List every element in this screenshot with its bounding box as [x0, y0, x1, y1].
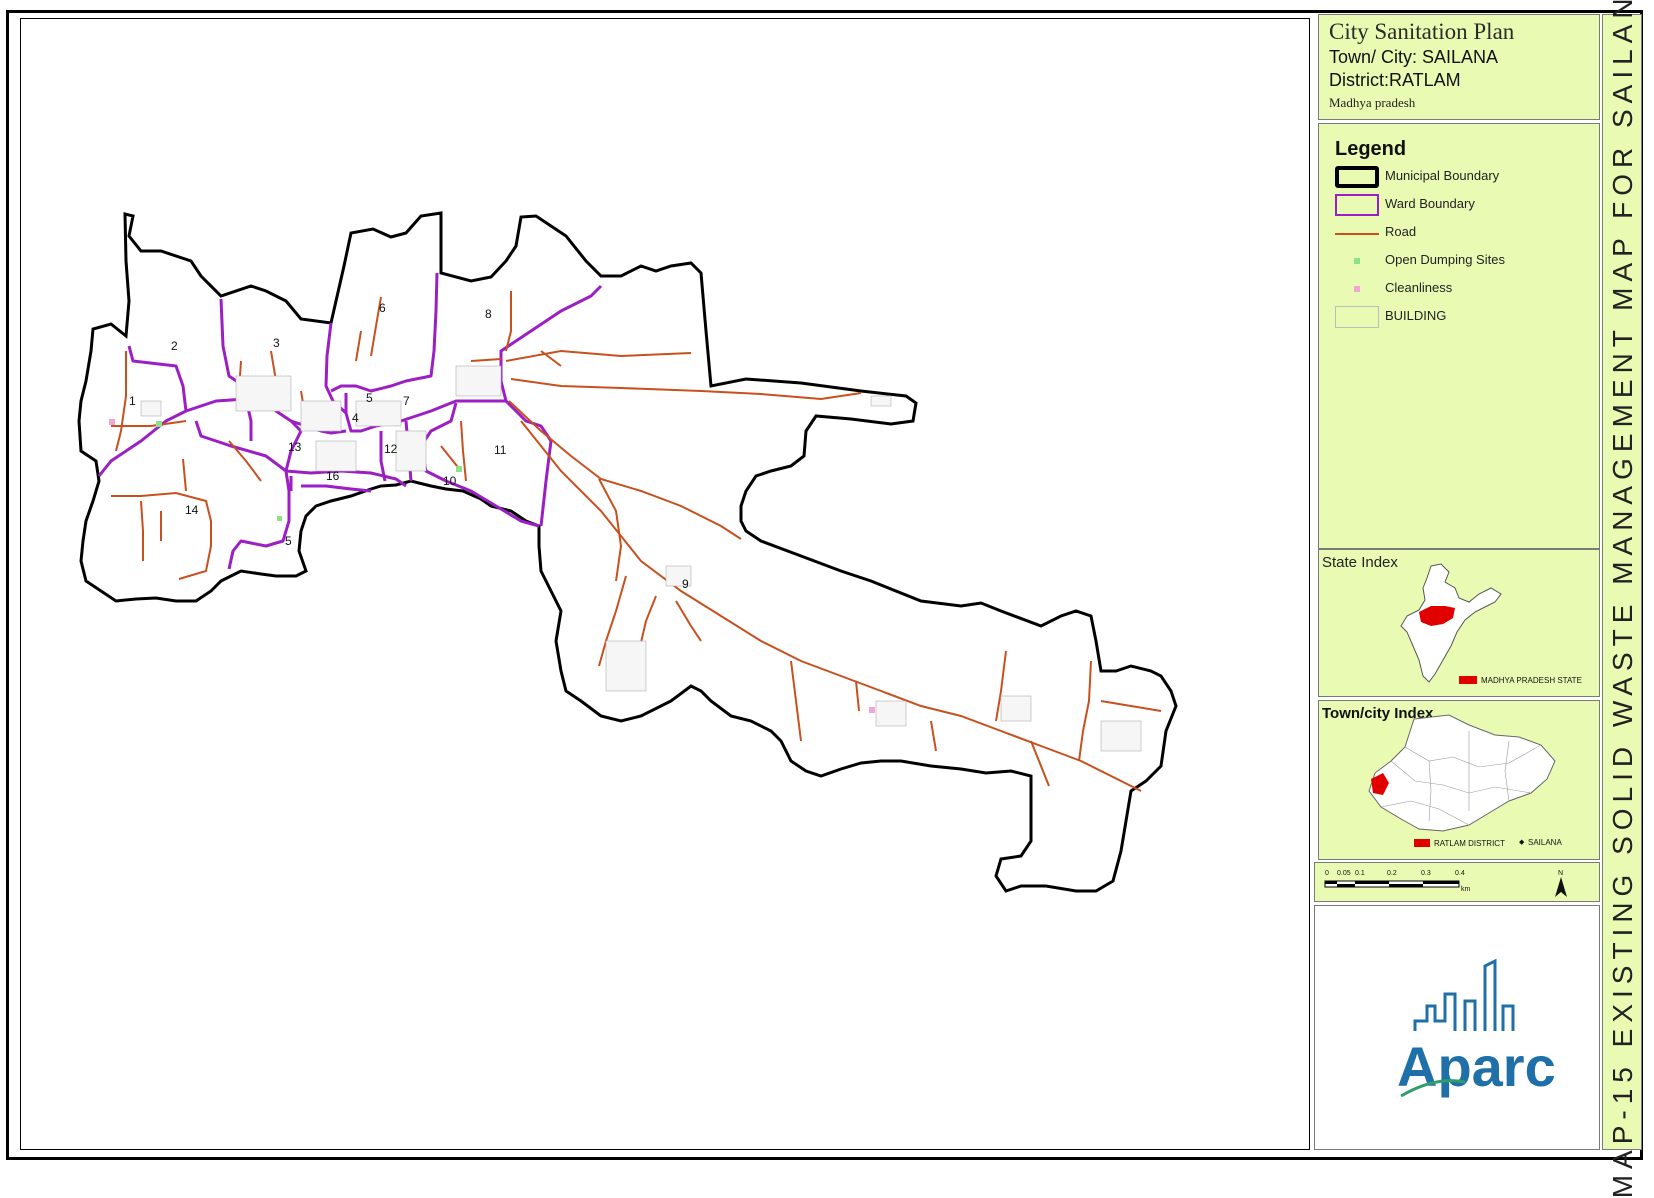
legend-item-road: Road	[1335, 220, 1595, 246]
legend-label: BUILDING	[1385, 308, 1447, 323]
legend-label: Municipal Boundary	[1385, 168, 1500, 183]
side-title: MAP-15 EXISTING SOLID WASTE MANAGEMENT M…	[1607, 0, 1638, 1198]
ward-label: 7	[403, 394, 410, 408]
legend-label: Cleanliness	[1385, 280, 1453, 295]
ward-label: 14	[185, 503, 199, 517]
skyline-icon	[1413, 958, 1515, 1031]
scale-unit: km	[1461, 886, 1471, 893]
scale-tick-label: 0.3	[1421, 870, 1431, 877]
district-index-map: RATLAM DISTRICT ◆ SAILANA	[1368, 714, 1562, 848]
buildings	[140, 365, 1142, 752]
scale-tick-label: 0.2	[1387, 870, 1397, 877]
ward-label: 5	[366, 391, 373, 405]
state-name: Madhya pradesh	[1329, 95, 1416, 110]
india-index-map: MADHYA PRADESH STATE	[1400, 563, 1582, 685]
scale-segment	[1389, 884, 1423, 887]
dumping-site-swatch	[1354, 258, 1360, 264]
scale-segment	[1325, 881, 1337, 884]
map-frame: 1 2 3 4 5 6 7 8 9 10 11 12 13 14 5 16	[20, 18, 1310, 1150]
ward-boundaries	[97, 272, 603, 570]
district-name: District:RATLAM	[1329, 70, 1461, 90]
town-caption: SAILANA	[1528, 838, 1562, 847]
scale-segment	[1337, 884, 1355, 887]
scale-tick-label: 0.4	[1455, 870, 1465, 877]
legend-item-municipal-boundary: Municipal Boundary	[1335, 164, 1595, 190]
scale-bar: 0 0.05 0.1 0.2 0.3 0.4 km N	[1324, 870, 1567, 897]
road-swatch	[1335, 233, 1379, 235]
side-title-strip: MAP-15 EXISTING SOLID WASTE MANAGEMENT M…	[1602, 0, 1642, 1198]
ward-label: 1	[129, 394, 136, 408]
scale-segment	[1423, 881, 1459, 884]
cleanliness-spots	[109, 419, 875, 713]
state-caption: MADHYA PRADESH STATE	[1481, 676, 1582, 685]
ward-label: 10	[443, 474, 457, 488]
india-outline	[1400, 563, 1502, 683]
cleanliness-swatch	[1354, 286, 1360, 292]
town-index-panel: Town/city Index RATLAM DISTRICT ◆ SAILAN…	[1318, 700, 1600, 860]
city-map: 1 2 3 4 5 6 7 8 9 10 11 12 13 14 5 16	[77, 211, 1178, 893]
logo-text: Aparc	[1397, 1035, 1556, 1098]
ward-label: 4	[352, 411, 359, 425]
district-caption-swatch	[1414, 839, 1430, 847]
ward-label: 13	[288, 440, 302, 454]
legend-label: Road	[1385, 224, 1417, 239]
scale-tick-label: 0.1	[1355, 870, 1365, 877]
legend-item-cleanliness: Cleanliness	[1335, 276, 1595, 302]
town-marker-icon: ◆	[1519, 838, 1525, 846]
scale-bar-panel: 0 0.05 0.1 0.2 0.3 0.4 km N	[1314, 862, 1600, 902]
state-caption-swatch	[1459, 676, 1477, 684]
legend-title: Legend	[1335, 138, 1407, 160]
town-name: Town/ City: SAILANA	[1329, 47, 1499, 67]
ward-label: 3	[273, 336, 280, 350]
legend-item-building: BUILDING	[1335, 304, 1595, 330]
municipal-boundary	[77, 211, 1178, 893]
municipal-boundary-swatch	[1335, 166, 1379, 188]
legend-label: Open Dumping Sites	[1385, 252, 1505, 267]
ward-label: 16	[326, 469, 340, 483]
ward-label: 9	[682, 577, 689, 591]
aparc-logo: Aparc	[1397, 958, 1556, 1098]
building-swatch	[1335, 306, 1379, 328]
legend-panel: Legend Municipal Boundary Ward Boundary …	[1318, 123, 1600, 549]
north-arrow-icon	[1555, 877, 1567, 897]
legend-label: Ward Boundary	[1385, 196, 1475, 211]
ward-label: 2	[171, 339, 178, 353]
ward-label: 8	[485, 307, 492, 321]
map-title: City Sanitation Plan	[1329, 19, 1515, 44]
ward-label: 11	[494, 443, 507, 457]
north-label: N	[1558, 870, 1563, 877]
ward-label: 12	[384, 442, 398, 456]
title-block: City Sanitation Plan Town/ City: SAILANA…	[1318, 14, 1600, 120]
logo-panel: Aparc	[1314, 905, 1600, 1150]
legend-item-open-dumping-sites: Open Dumping Sites	[1335, 248, 1595, 274]
legend-item-ward-boundary: Ward Boundary	[1335, 192, 1595, 218]
ward-label: 6	[379, 301, 386, 315]
district-caption: RATLAM DISTRICT	[1434, 839, 1505, 848]
scale-segment	[1355, 881, 1389, 884]
ward-label: 5	[285, 534, 292, 548]
state-index-panel: State Index MADHYA PRADESH STATE	[1318, 549, 1600, 697]
ward-boundary-swatch	[1335, 194, 1379, 216]
madhya-pradesh-outline	[1368, 714, 1556, 832]
scale-tick-label: 0	[1325, 870, 1329, 877]
scale-tick-label: 0.05	[1337, 870, 1351, 877]
